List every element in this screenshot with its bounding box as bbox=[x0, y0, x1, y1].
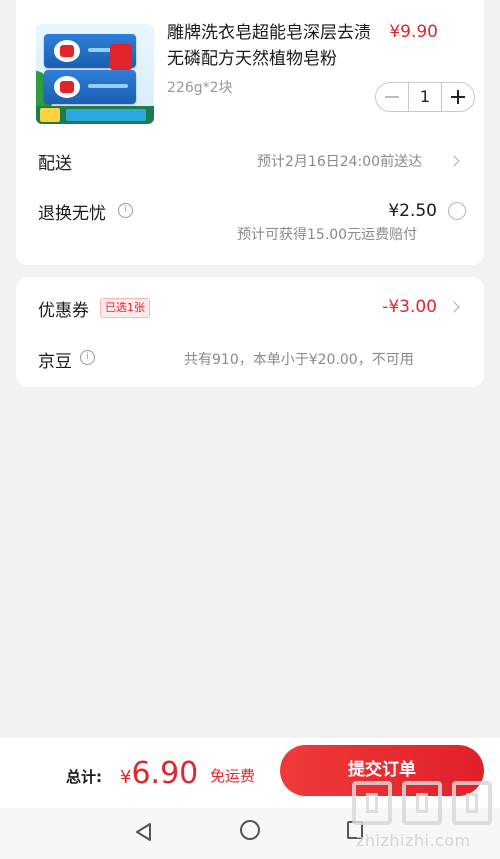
delivery-label: 配送 bbox=[38, 154, 72, 174]
watermark-glyph bbox=[352, 781, 392, 825]
quantity-stepper: 1 bbox=[375, 82, 475, 112]
total-amount: ¥6.90 bbox=[120, 756, 198, 791]
chevron-right-icon[interactable] bbox=[448, 301, 460, 313]
watermark-text: zhizhizhi.com bbox=[356, 831, 471, 850]
discount-card: 优惠券 已选1张 -¥3.00 京豆 i 共有910，本单小于¥20.00，不可… bbox=[16, 277, 484, 387]
delivery-estimate[interactable]: 预计2月16日24:00前送达 bbox=[257, 151, 422, 171]
site-watermark: zhizhizhi.com bbox=[352, 781, 492, 853]
return-service-note: 预计可获得15.00元运费赔付 bbox=[237, 227, 418, 243]
soap-pack-graphic bbox=[44, 70, 136, 104]
free-shipping-note: 免运费 bbox=[210, 767, 256, 785]
watermark-glyph bbox=[402, 781, 442, 825]
pack-stripe bbox=[88, 84, 128, 88]
order-card: 雕牌洗衣皂超能皂深层去渍无磷配方天然植物皂粉 ¥9.90 226g*2块 1 配… bbox=[16, 0, 484, 265]
jingdou-label: 京豆 bbox=[38, 352, 72, 372]
quantity-value[interactable]: 1 bbox=[408, 83, 442, 111]
return-service-price: ¥2.50 bbox=[388, 201, 437, 221]
brand-logo-graphic bbox=[54, 76, 80, 98]
image-badge bbox=[40, 108, 60, 122]
chevron-right-icon[interactable] bbox=[448, 155, 460, 167]
coupon-label: 优惠券 bbox=[38, 301, 89, 321]
return-service-label: 退换无忧 bbox=[38, 204, 106, 224]
info-icon[interactable]: i bbox=[80, 350, 95, 365]
info-icon[interactable]: i bbox=[118, 203, 133, 218]
image-footer-banner bbox=[36, 106, 154, 124]
product-image[interactable] bbox=[36, 24, 154, 124]
watermark-glyph bbox=[452, 781, 492, 825]
coupon-discount-value[interactable]: -¥3.00 bbox=[382, 297, 437, 317]
soap-pack-graphic bbox=[44, 34, 136, 70]
back-triangle-icon[interactable] bbox=[134, 822, 154, 842]
coupon-selected-badge: 已选1张 bbox=[100, 298, 150, 318]
total-label: 总计: bbox=[66, 768, 102, 786]
return-service-radio[interactable] bbox=[448, 202, 466, 220]
jingdou-status: 共有910，本单小于¥20.00，不可用 bbox=[184, 352, 414, 368]
total-amount-number: 6.90 bbox=[131, 756, 199, 791]
product-title[interactable]: 雕牌洗衣皂超能皂深层去渍无磷配方天然植物皂粉 bbox=[167, 20, 372, 72]
increase-quantity-button[interactable] bbox=[442, 83, 474, 111]
minus-icon bbox=[385, 96, 399, 98]
product-spec: 226g*2块 bbox=[167, 80, 233, 96]
currency-symbol: ¥ bbox=[120, 767, 132, 788]
decrease-quantity-button[interactable] bbox=[376, 83, 408, 111]
promo-tag-graphic bbox=[110, 44, 132, 70]
plus-icon bbox=[457, 90, 459, 104]
brand-logo-graphic bbox=[54, 40, 80, 62]
watermark-logo bbox=[352, 781, 492, 827]
image-badge bbox=[66, 109, 146, 121]
product-price: ¥9.90 bbox=[389, 22, 438, 42]
home-circle-icon[interactable] bbox=[240, 820, 260, 840]
